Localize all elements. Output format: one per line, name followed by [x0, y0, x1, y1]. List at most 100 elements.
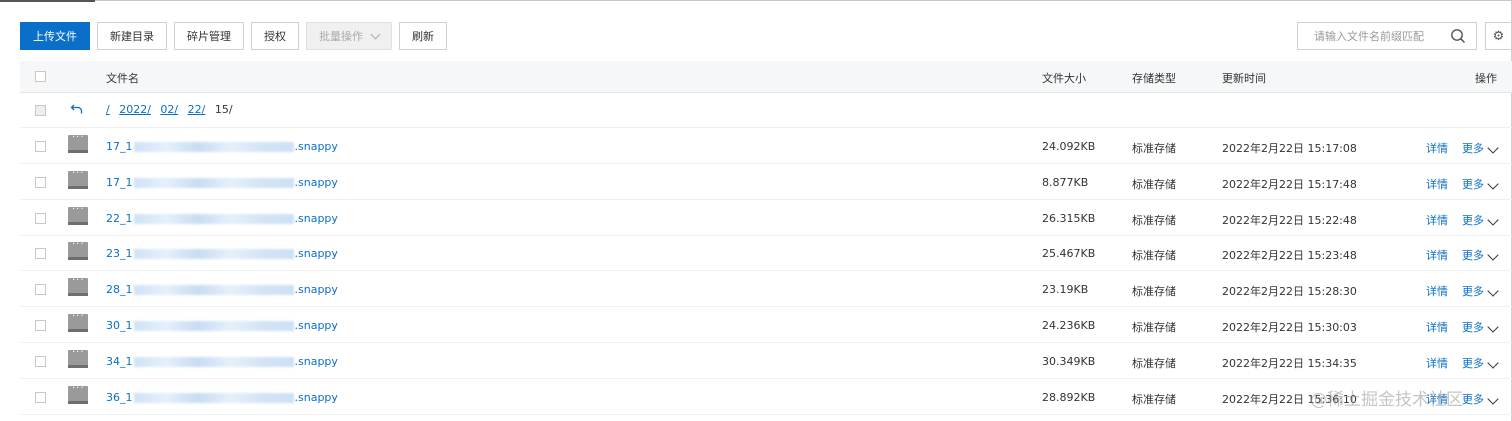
storage-type: 标准存储 [1132, 249, 1176, 262]
file-name-redacted [133, 214, 294, 224]
chevron-down-icon [1487, 321, 1499, 333]
gear-icon: ⚙ [1492, 28, 1505, 44]
detail-link[interactable]: 详情 [1426, 140, 1448, 156]
more-dropdown[interactable]: 更多 [1462, 355, 1499, 371]
search-box [1297, 22, 1477, 50]
storage-type: 标准存储 [1132, 393, 1176, 406]
file-name-redacted [133, 321, 294, 331]
breadcrumb-02[interactable]: 02/ [160, 103, 178, 116]
breadcrumb-root[interactable]: / [106, 103, 110, 116]
row-checkbox[interactable] [35, 284, 46, 295]
file-name-link[interactable]: 30_1 .snappy [106, 319, 338, 332]
file-name-link[interactable]: 34_1 .snappy [106, 355, 338, 368]
file-name-link[interactable]: 28_1 .snappy [106, 283, 338, 296]
detail-link[interactable]: 详情 [1426, 283, 1448, 299]
file-icon [68, 311, 88, 332]
detail-link[interactable]: 详情 [1426, 176, 1448, 192]
more-dropdown[interactable]: 更多 [1462, 391, 1499, 407]
updated-time: 2022年2月22日 15:28:30 [1222, 285, 1357, 298]
upload-file-button[interactable]: 上传文件 [20, 22, 90, 50]
updated-time: 2022年2月22日 15:17:48 [1222, 178, 1357, 191]
header-actions: 操作 [1475, 72, 1497, 85]
more-label: 更多 [1462, 393, 1484, 406]
row-checkbox[interactable] [35, 141, 46, 152]
refresh-button[interactable]: 刷新 [399, 22, 447, 50]
file-name-suffix: .snappy [294, 283, 338, 296]
updated-time: 2022年2月22日 15:22:48 [1222, 214, 1357, 227]
batch-operation-dropdown[interactable]: 批量操作 [306, 22, 392, 50]
settings-button[interactable]: ⚙ [1485, 22, 1512, 50]
more-dropdown[interactable]: 更多 [1462, 140, 1499, 156]
storage-type: 标准存储 [1132, 178, 1176, 191]
authorize-button[interactable]: 授权 [251, 22, 299, 50]
row-checkbox[interactable] [35, 248, 46, 259]
file-name-link[interactable]: 23_1 .snappy [106, 247, 338, 260]
row-checkbox[interactable] [35, 356, 46, 367]
more-label: 更多 [1462, 321, 1484, 334]
header-storage-type: 存储类型 [1132, 72, 1176, 85]
file-name-suffix: .snappy [294, 391, 338, 404]
storage-type: 标准存储 [1132, 142, 1176, 155]
file-name-redacted [133, 357, 294, 367]
file-name-prefix: 23_1 [106, 247, 133, 260]
more-dropdown[interactable]: 更多 [1462, 319, 1499, 335]
select-all-checkbox[interactable] [35, 71, 46, 82]
more-dropdown[interactable]: 更多 [1462, 247, 1499, 263]
file-icon [68, 132, 88, 153]
detail-link[interactable]: 详情 [1426, 319, 1448, 335]
file-icon [68, 275, 88, 296]
file-name-suffix: .snappy [294, 247, 338, 260]
file-name-redacted [133, 285, 294, 295]
file-name-link[interactable]: 17_1 .snappy [106, 140, 338, 153]
file-name-link[interactable]: 36_1 .snappy [106, 391, 338, 404]
more-label: 更多 [1462, 357, 1484, 370]
chevron-down-icon [1487, 178, 1499, 190]
row-checkbox[interactable] [35, 392, 46, 403]
more-label: 更多 [1462, 178, 1484, 191]
file-icon [68, 239, 88, 260]
search-icon[interactable] [1450, 28, 1466, 44]
chevron-down-icon [370, 29, 381, 39]
file-name-prefix: 36_1 [106, 391, 133, 404]
file-name-redacted [133, 393, 294, 403]
header-filename: 文件名 [106, 72, 139, 85]
new-directory-button[interactable]: 新建目录 [97, 22, 167, 50]
fragment-management-button[interactable]: 碎片管理 [174, 22, 244, 50]
chevron-down-icon [1487, 214, 1499, 226]
detail-link[interactable]: 详情 [1426, 212, 1448, 228]
breadcrumb-current: 15/ [214, 103, 233, 116]
table-header: 文件名 文件大小 存储类型 更新时间 操作 [20, 61, 1512, 93]
row-checkbox[interactable] [35, 213, 46, 224]
chevron-down-icon [1487, 393, 1499, 405]
more-label: 更多 [1462, 285, 1484, 298]
detail-link[interactable]: 详情 [1426, 355, 1448, 371]
storage-type: 标准存储 [1132, 321, 1176, 334]
row-checkbox[interactable] [35, 177, 46, 188]
table-row: 17_1 .snappy 8.877KB 标准存储 2022年2月22日 15:17:4… [20, 164, 1512, 200]
file-name-link[interactable]: 22_1 .snappy [106, 212, 338, 225]
file-name-prefix: 17_1 [106, 140, 133, 153]
storage-type: 标准存储 [1132, 285, 1176, 298]
file-name-link[interactable]: 17_1 .snappy [106, 176, 338, 189]
file-name-suffix: .snappy [294, 212, 338, 225]
file-name-prefix: 17_1 [106, 176, 133, 189]
more-dropdown[interactable]: 更多 [1462, 212, 1499, 228]
breadcrumb-22[interactable]: 22/ [188, 103, 206, 116]
header-updated-time: 更新时间 [1222, 72, 1266, 85]
more-dropdown[interactable]: 更多 [1462, 283, 1499, 299]
file-icon [68, 204, 88, 225]
updated-time: 2022年2月22日 15:17:08 [1222, 142, 1357, 155]
row-checkbox[interactable] [35, 320, 46, 331]
more-label: 更多 [1462, 214, 1484, 227]
breadcrumb-2022[interactable]: 2022/ [119, 103, 151, 116]
chevron-down-icon [1487, 142, 1499, 154]
chevron-down-icon [1487, 285, 1499, 297]
file-name-prefix: 30_1 [106, 319, 133, 332]
detail-link[interactable]: 详情 [1426, 247, 1448, 263]
file-size: 8.877KB [1042, 176, 1089, 189]
more-dropdown[interactable]: 更多 [1462, 176, 1499, 192]
table-row: 17_1 .snappy 24.092KB 标准存储 2022年2月22日 15:17:… [20, 128, 1512, 164]
file-name-prefix: 34_1 [106, 355, 133, 368]
search-input[interactable] [1312, 28, 1456, 44]
back-arrow-icon[interactable] [70, 102, 84, 116]
